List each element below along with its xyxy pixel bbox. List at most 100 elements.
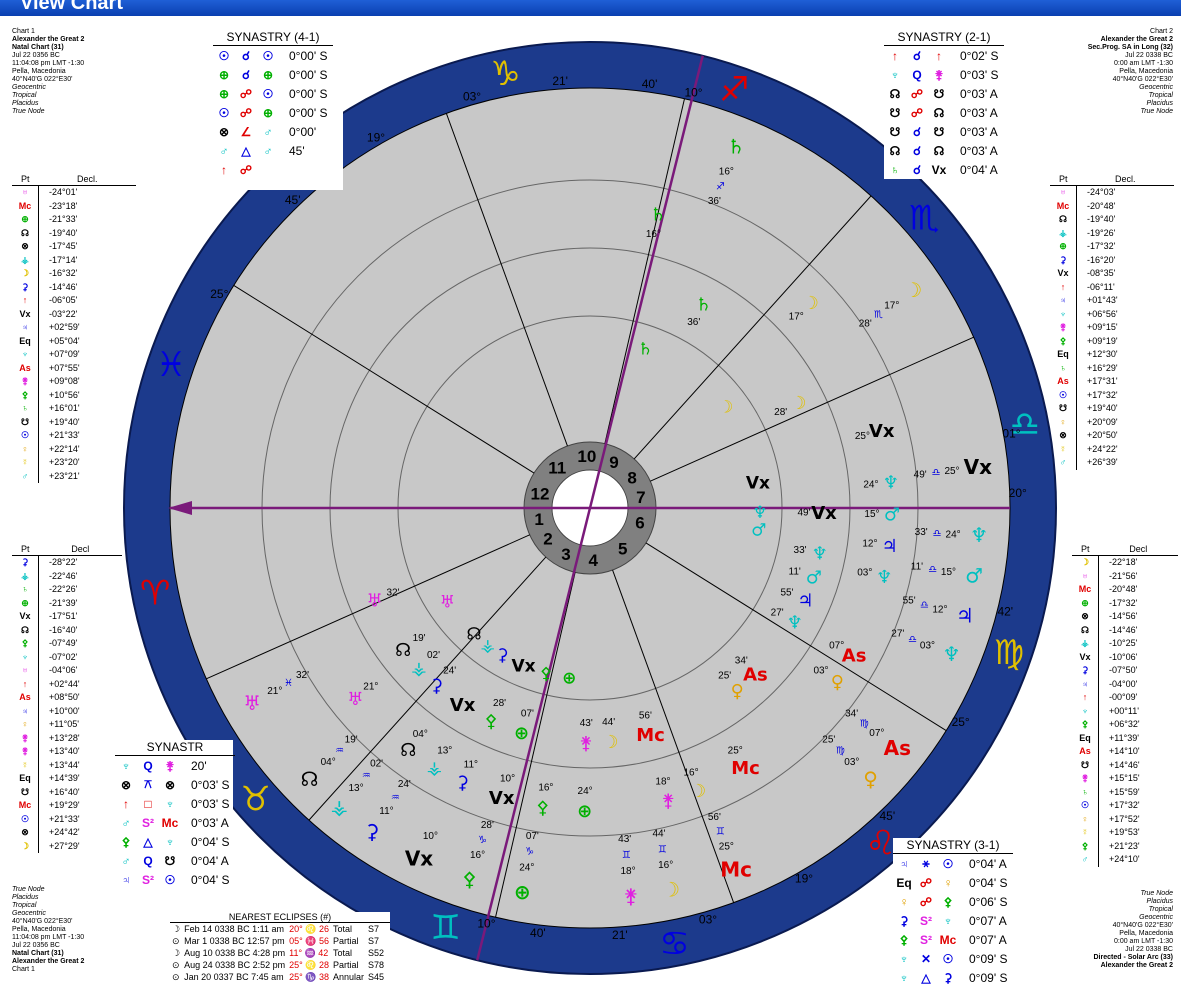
synastry-row[interactable]: ☉ ☍ ⊕ 0°00' S <box>213 103 329 122</box>
planet-glyph-icon: ⚵ <box>21 376 29 387</box>
planet-a-icon: ♂ <box>219 143 229 158</box>
planet-sign-icon: ♒ <box>362 771 371 782</box>
synastry-row[interactable]: ⊕ ☍ ☉ 0°00' S <box>213 84 329 103</box>
cusp-degree-label: 03° <box>463 90 481 104</box>
aspect-icon: Q <box>912 67 922 82</box>
decl-row: ☿ +24°22' <box>1050 442 1174 456</box>
synastry-4-1-panel[interactable]: SYNASTRY (4-1) ☉ ☌ ☉ 0°00' S ⊕ ☌ ⊕ 0°00' S ⊕ ☍ ☉ 0°0… <box>213 30 343 190</box>
decl-value: -00°09' <box>1098 691 1178 705</box>
planet-minute: 34' <box>845 708 858 719</box>
synastry-3-1-panel[interactable]: SYNASTRY (3-1) ♃ ⚹ ☉ 0°04' A Eq ☍ ♀ 0°04' S ♀ ☍ ⚴ 0°… <box>893 838 1025 984</box>
decl-value: +08°50' <box>38 691 122 705</box>
synastry-row[interactable]: ☋ ☌ ☋ 0°03' A <box>884 122 1000 141</box>
planet-minute: 49' <box>914 469 927 480</box>
planet-glyph-icon: ♆ <box>876 567 892 588</box>
synastry-row[interactable]: Eq ☍ ♀ 0°04' S <box>893 873 1009 892</box>
planet-minute: 19' <box>345 735 358 746</box>
synastry-row[interactable]: ♄ ☌ Vx 0°04' A <box>884 160 1000 179</box>
decl-row: Eq +05°04' <box>12 334 136 348</box>
planet-degree: 17° <box>789 312 804 323</box>
planet-glyph-icon: ☉ <box>1058 389 1068 400</box>
decl-value: -16°32' <box>38 267 136 281</box>
cusp-degree-label: 25° <box>210 287 228 301</box>
pt-header: Pt <box>1072 543 1099 556</box>
planet-minute: 02' <box>370 758 383 769</box>
planet-glyph-icon: ☽ <box>20 268 30 279</box>
decl-value: +14°39' <box>38 772 122 786</box>
eclipse-type: Annular <box>332 972 365 982</box>
synastry-row[interactable]: ♃ ⚹ ☉ 0°04' A <box>893 854 1009 873</box>
zodiac-scorpio-icon: ♏ <box>909 198 939 238</box>
synastry-row[interactable]: ↑ □ ♆ 0°03' S <box>115 794 231 813</box>
synastry-row[interactable]: ♆ ✕ ☉ 0°09' S <box>893 949 1009 968</box>
aspect-icon: ☌ <box>241 67 251 82</box>
aspect-icon: ☌ <box>912 124 922 139</box>
planet-glyph-icon: Vx <box>405 847 433 871</box>
decl-row: ⚶ -19°26' <box>1050 226 1174 240</box>
synastry-row[interactable]: ↑ ☌ ↑ 0°02' S <box>884 46 1000 65</box>
synastry-row[interactable]: ♆ Q ⚵ 0°03' S <box>884 65 1000 84</box>
planet-glyph-icon: ⊗ <box>1081 611 1089 622</box>
orb-value: 0°03' A <box>191 815 229 830</box>
synastry-row[interactable]: ⊗ ⚻ ⊗ 0°03' S <box>115 775 231 794</box>
planet-minute: 36' <box>708 196 721 207</box>
decl-header: Decl <box>38 543 122 556</box>
synastry-row[interactable]: ⚴ △ ♆ 0°04' S <box>115 832 231 851</box>
planet-glyph-icon: ♅ <box>347 689 363 710</box>
planet-degree: 44' <box>602 717 615 728</box>
synastry-row[interactable]: ☊ ☌ ☊ 0°03' A <box>884 141 1000 160</box>
planet-glyph-icon: ♅ <box>1081 570 1089 581</box>
synastry-row[interactable]: ♃ S² ☉ 0°04' S <box>115 870 231 889</box>
synastry-row[interactable]: ♂ S² Mc 0°03' A <box>115 813 231 832</box>
decl-row: ⊗ -17°45' <box>12 240 136 254</box>
planet-b-icon: ☋ <box>933 124 945 139</box>
planet-glyph-icon: ⊗ <box>21 827 29 838</box>
orb-value: 45' <box>289 143 305 158</box>
planet-glyph-icon: ⚴ <box>540 664 552 684</box>
synastry-row[interactable]: ♀ ☍ ⚴ 0°06' S <box>893 892 1009 911</box>
synastry-row[interactable]: ↑ ☍ <box>213 160 329 179</box>
eclipse-row[interactable]: ☽ Aug 10 0338 BC 4:28 pm 11° ♒ 42 Total S52 <box>170 947 386 959</box>
synastry-row[interactable]: ⚳ S² ♆ 0°07' A <box>893 911 1009 930</box>
nearest-eclipses-panel[interactable]: NEAREST ECLIPSES (#) ☽ Feb 14 0338 BC 1:11… <box>170 912 390 983</box>
zodiac-virgo-icon: ♍ <box>994 633 1024 673</box>
eclipse-row[interactable]: ⊙ Jan 20 0337 BC 7:45 am 25° ♑ 38 Annular S4… <box>170 971 386 983</box>
eclipse-row[interactable]: ☽ Feb 14 0338 BC 1:11 am 20° ♌ 26 Total S7 <box>170 923 386 935</box>
synastry-row[interactable]: ☋ ☍ ☊ 0°03' A <box>884 103 1000 122</box>
eclipse-row[interactable]: ⊙ Mar 1 0338 BC 12:57 pm 05° ♓ 56 Partial S7 <box>170 935 386 947</box>
planet-glyph-icon: ⊕ <box>514 880 531 904</box>
synastry-row[interactable]: ⚴ S² Mc 0°07' A <box>893 930 1009 949</box>
planet-degree: 03° <box>813 666 828 677</box>
synastry-row[interactable]: ⊗ ∠ ♂ 0°00' <box>213 122 329 141</box>
synastry-bottom-left-panel[interactable]: SYNASTR ♆ Q ⚵ 20' ⊗ ⚻ ⊗ 0°03' S ↑ □ ♆ 0°03' S ♂ S² Mc 0°… <box>115 740 235 889</box>
planet-degree: 24° <box>519 862 534 873</box>
synastry-row[interactable]: ♆ △ ⚳ 0°09' S <box>893 968 1009 984</box>
eclipse-glyph-icon: ☽ <box>172 923 181 934</box>
planet-minute: 56' <box>708 812 721 823</box>
planet-degree: 12° <box>862 538 877 549</box>
synastry-row[interactable]: ☉ ☌ ☉ 0°00' S <box>213 46 329 65</box>
declination-table-chart2: Pt Decl. ♅ -24°03' Mc -20°48' ☊ -19°40' ⚶ -19°26'… <box>1050 173 1174 470</box>
decl-value: +07°09' <box>38 348 136 362</box>
synastry-row[interactable]: ♂ Q ☋ 0°04' A <box>115 851 231 870</box>
synastry-2-1-panel[interactable]: SYNASTRY (2-1) ↑ ☌ ↑ 0°02' S ♆ Q ⚵ 0°03' S ☊ ☍ ☋ 0°0… <box>884 30 1016 179</box>
orb-value: 0°00' S <box>289 67 328 82</box>
planet-a-icon: ♆ <box>121 758 131 773</box>
synastry-row[interactable]: ♆ Q ⚵ 20' <box>115 756 231 775</box>
decl-row: ⊗ +24°42' <box>12 826 122 840</box>
planet-glyph-icon: ♃ <box>1081 678 1089 689</box>
synastry-row[interactable]: ☊ ☍ ☋ 0°03' A <box>884 84 1000 103</box>
planet-glyph-icon: ⚵ <box>21 746 29 757</box>
eclipse-date: Feb 14 0338 BC 1:11 am <box>184 924 284 934</box>
planet-minute: 28' <box>859 318 872 329</box>
synastry-row[interactable]: ⊕ ☌ ⊕ 0°00' S <box>213 65 329 84</box>
planet-glyph-icon: ☿ <box>21 457 29 468</box>
decl-value: -22°46' <box>38 569 122 583</box>
pt-header: Pt <box>12 173 39 186</box>
planet-glyph-icon: ⚳ <box>430 676 443 697</box>
eclipse-row[interactable]: ⊙ Aug 24 0338 BC 2:52 pm 25° ♌ 28 Partial S7… <box>170 959 386 971</box>
synastry-row[interactable]: ♂ △ ♂ 45' <box>213 141 329 160</box>
eclipse-position: 25° ♑ 38 <box>289 971 329 982</box>
aspect-icon: ☌ <box>241 48 251 63</box>
aspect-icon: ☍ <box>239 86 253 101</box>
